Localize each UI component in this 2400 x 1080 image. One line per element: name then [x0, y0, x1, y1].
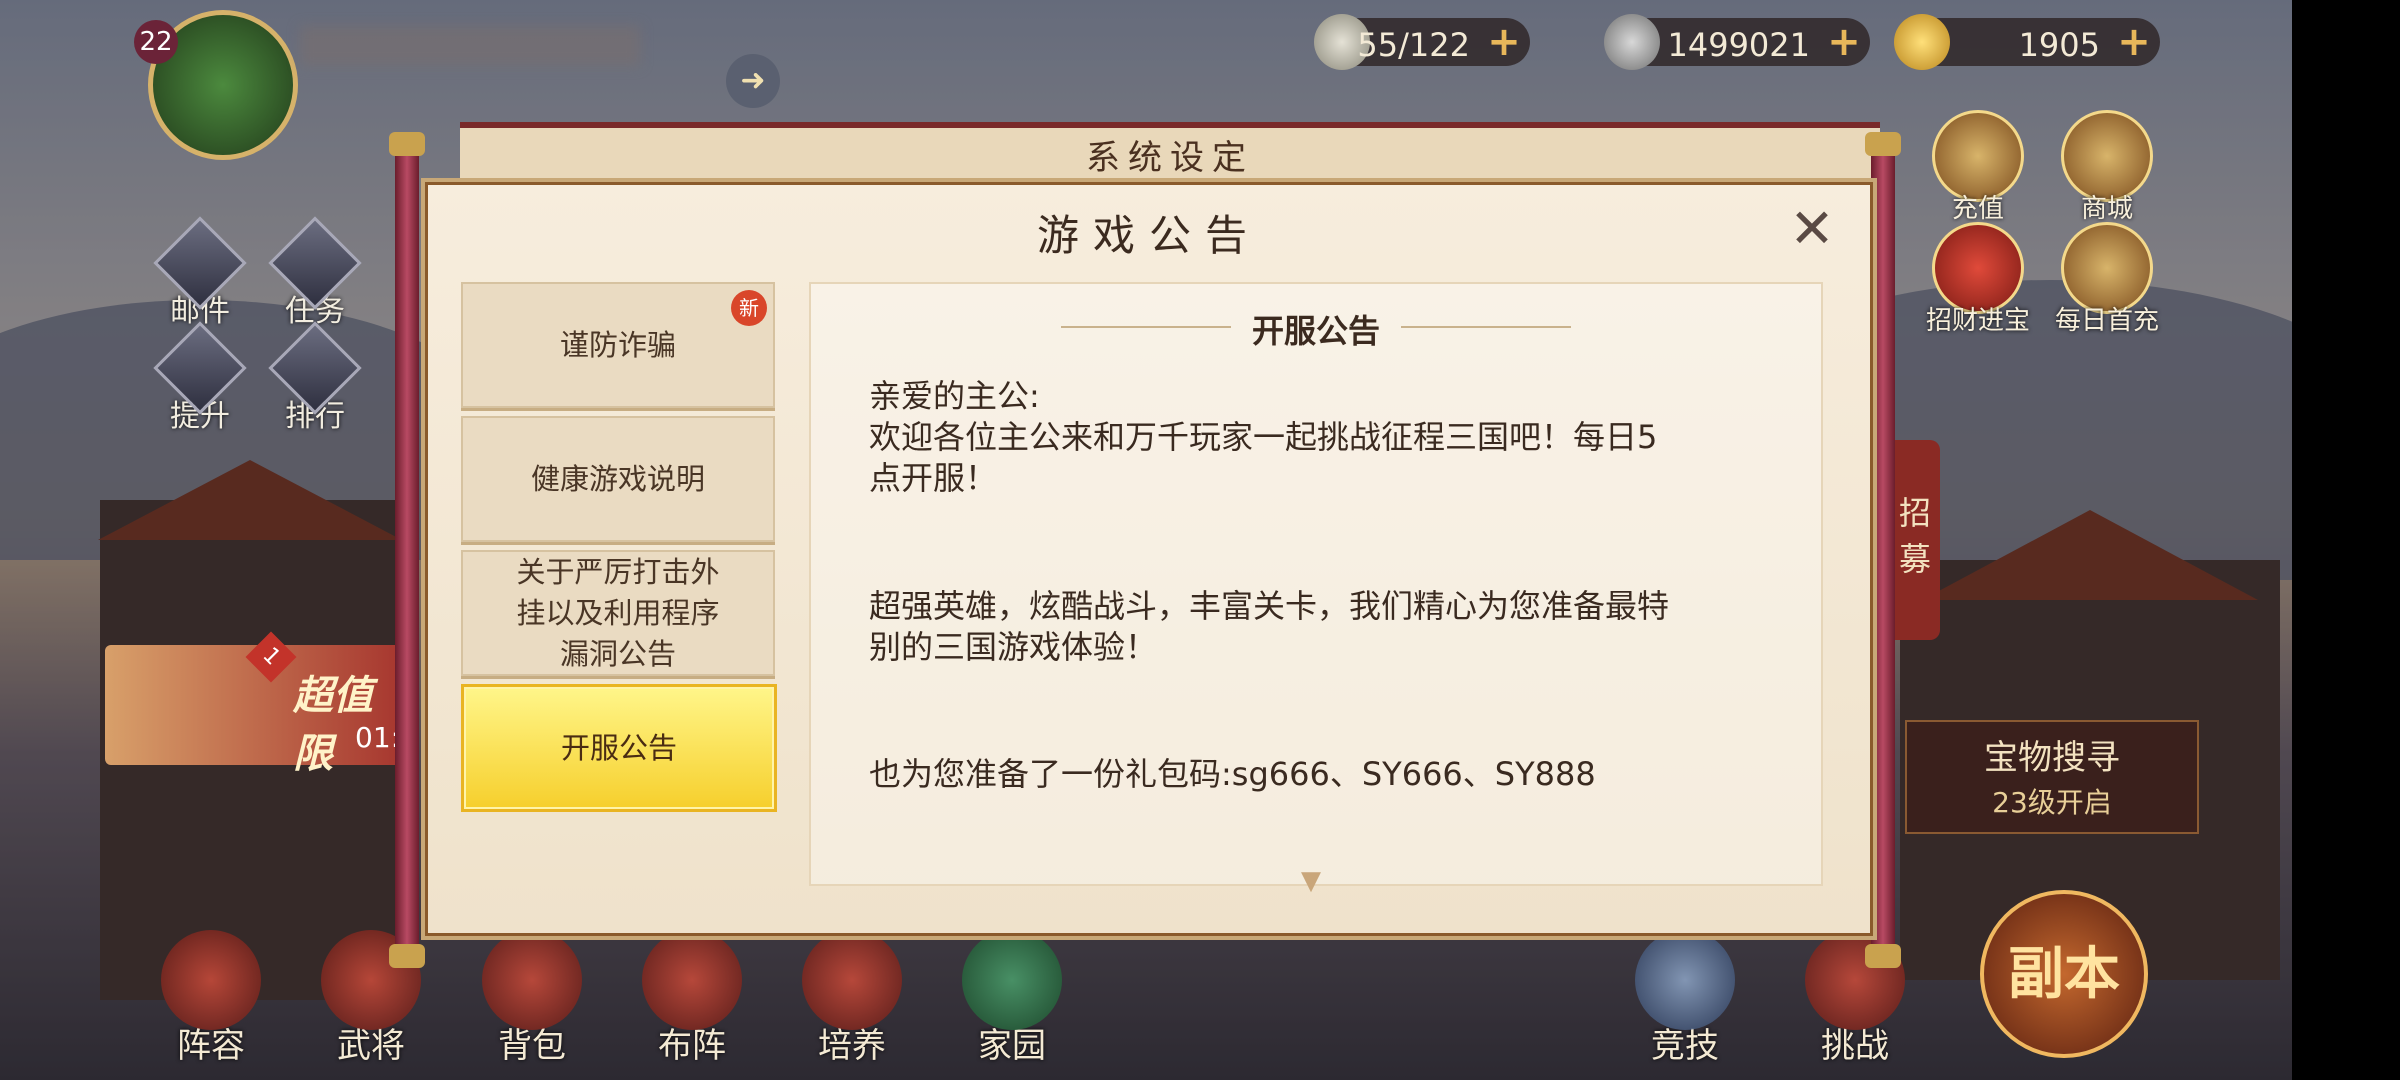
close-icon[interactable]: ✕ [1787, 202, 1837, 256]
paragraph-gift-codes: 也为您准备了一份礼包码:sg666、SY666、SY888 [869, 755, 1596, 793]
pavilion-roof [1922, 510, 2258, 600]
tab-server-launch[interactable]: 开服公告 [461, 684, 777, 812]
tab-label: 谨防诈骗 [559, 327, 676, 362]
chevron-down-icon: ▼ [1301, 866, 1321, 896]
promo-timer: 01: [355, 721, 401, 754]
nav-lineup[interactable]: 阵容 [156, 930, 266, 1067]
fortune-button[interactable]: 招财进宝 [1923, 222, 2033, 337]
new-badge: 新 [731, 290, 767, 326]
quest-button[interactable]: 任务 [268, 216, 362, 330]
pagoda-roof [98, 460, 402, 540]
add-stamina-button[interactable]: + [1484, 22, 1524, 62]
gold-ingot-icon [1894, 14, 1950, 70]
tab-fraud-warning[interactable]: 谨防诈骗 新 [461, 282, 775, 408]
coin-icon [1604, 14, 1660, 70]
dungeon-label: 副本 [2008, 941, 2120, 1007]
shop-button[interactable]: 商城 [2052, 110, 2162, 225]
tab-anti-cheat[interactable]: 关于严厉打击外 挂以及利用程序 漏洞公告 [461, 550, 775, 676]
add-gold-button[interactable]: + [2114, 22, 2154, 62]
treasure-search-title: 宝物搜寻 [1984, 738, 2120, 778]
mail-button[interactable]: 邮件 [153, 216, 247, 330]
upgrade-button[interactable]: 提升 [153, 321, 247, 435]
tab-label: 开服公告 [560, 730, 677, 765]
tab-label: 健康游戏说明 [530, 461, 705, 496]
announcement-dialog: 游戏公告 ✕ 谨防诈骗 新 健康游戏说明 关于严厉打击外 挂以及利用程序 漏洞公… [389, 132, 1901, 968]
gold-value: 1905 [2018, 26, 2100, 64]
stamina-bar: 55/122 + [1314, 14, 1530, 70]
lineup-icon [161, 930, 261, 1030]
content-title: 开服公告 [1251, 312, 1380, 350]
paragraph-welcome: 亲爱的主公: 欢迎各位主公来和万千玩家一起挑战征程三国吧！每日5 点开服！ [869, 377, 1658, 497]
player-level-badge: 22 [134, 20, 178, 64]
copper-value: 1499021 [1667, 26, 1810, 64]
daily-first-recharge-button[interactable]: 每日首充 [2052, 222, 2162, 337]
promo-banner[interactable]: 1 超值限 01: [105, 631, 405, 777]
tab-label: 关于严厉打击外 挂以及利用程序 漏洞公告 [516, 554, 720, 671]
dialog-panel: 游戏公告 ✕ 谨防诈骗 新 健康游戏说明 关于严厉打击外 挂以及利用程序 漏洞公… [421, 178, 1877, 940]
copper-bar: 1499021 + [1604, 14, 1870, 70]
dungeon-button[interactable]: 副本 [1980, 890, 2148, 1058]
treasure-search-sub: 23级开启 [1992, 786, 2112, 819]
expand-arrow-icon[interactable]: ➜ [726, 54, 780, 108]
ranking-button[interactable]: 排行 [268, 321, 362, 435]
paragraph-features: 超强英雄，炫酷战斗，丰富关卡，我们精心为您准备最特 别的三国游戏体验！ [869, 587, 1670, 666]
treasure-search-banner[interactable]: 宝物搜寻 23级开启 [1905, 720, 2199, 834]
stamina-value: 55/122 [1357, 26, 1470, 64]
add-copper-button[interactable]: + [1824, 22, 1864, 62]
scroll-rod-left [389, 132, 425, 968]
dialog-title: 游戏公告 [1036, 211, 1261, 260]
tab-healthy-gaming[interactable]: 健康游戏说明 [461, 416, 775, 542]
recruit-tab[interactable]: 招 募 [1890, 440, 1940, 640]
gold-bar: 1905 + [1894, 14, 2160, 70]
announcement-content: 开服公告 亲爱的主公: 欢迎各位主公来和万千玩家一起挑战征程三国吧！每日5 点开… [809, 282, 1823, 896]
player-name-blurred [300, 26, 640, 66]
recharge-button[interactable]: 充值 [1923, 110, 2033, 225]
